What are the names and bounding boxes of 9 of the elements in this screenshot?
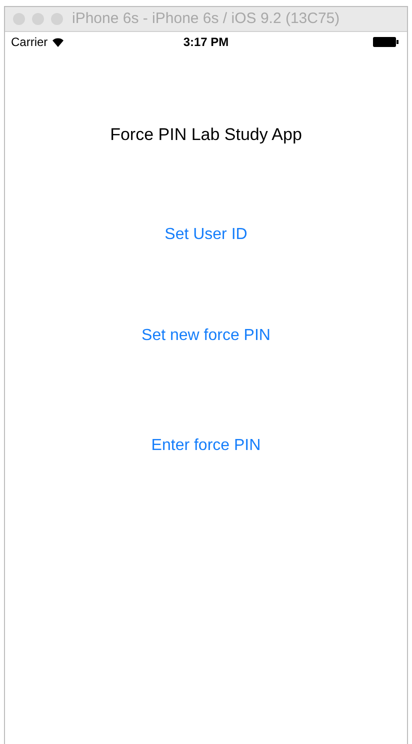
- wifi-icon: [52, 37, 64, 47]
- text-button[interactable]: Set new force PIN: [142, 324, 270, 348]
- clock-time: 3:17 PM: [183, 34, 229, 51]
- text-button[interactable]: Set User ID: [164, 222, 248, 246]
- text-button[interactable]: Enter force PIN: [151, 434, 261, 458]
- window-title: iPhone 6s - iPhone 6s / iOS 9.2 (13C75): [72, 8, 340, 29]
- carrier-label: Carrier: [11, 34, 48, 51]
- battery-icon: [373, 37, 399, 47]
- app-title: Force PIN Lab Study App: [110, 124, 302, 146]
